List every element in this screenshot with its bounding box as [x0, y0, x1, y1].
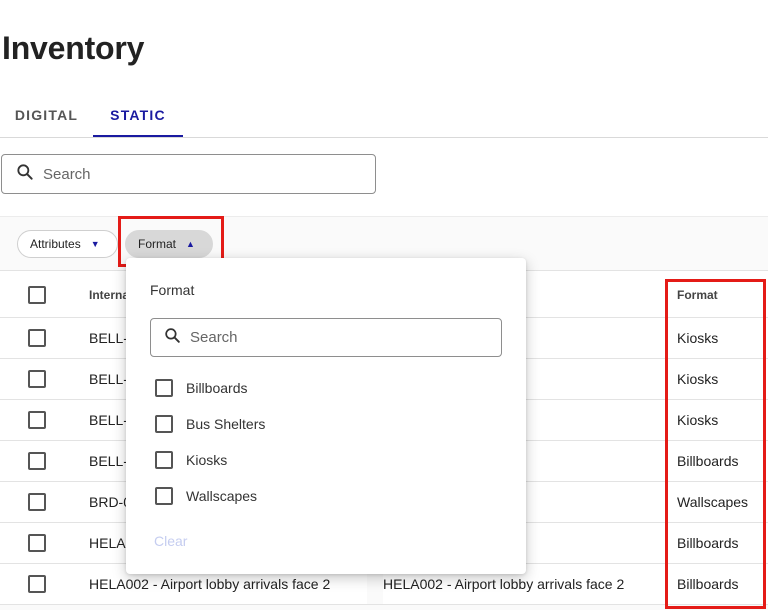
cell-format: Kiosks — [677, 371, 719, 387]
column-header-format[interactable]: Format — [677, 271, 718, 319]
row-checkbox[interactable] — [28, 534, 46, 552]
dropdown-title: Format — [150, 282, 195, 298]
option-label: Bus Shelters — [186, 416, 266, 432]
dropdown-search-input[interactable] — [190, 329, 480, 346]
cell-format: Billboards — [677, 535, 739, 551]
option-label: Kiosks — [186, 452, 228, 468]
row-checkbox[interactable] — [28, 329, 46, 347]
row-checkbox[interactable] — [28, 452, 46, 470]
format-option[interactable]: Billboards — [155, 376, 247, 400]
active-tab-indicator — [93, 135, 183, 137]
option-checkbox[interactable] — [155, 487, 173, 505]
option-label: Billboards — [186, 380, 248, 396]
row-checkbox[interactable] — [28, 575, 46, 593]
row-checkbox[interactable] — [28, 411, 46, 429]
search-icon — [163, 326, 182, 350]
panel-divider — [0, 216, 768, 217]
search-input[interactable] — [43, 165, 343, 183]
caret-up-icon: ▲ — [186, 239, 195, 249]
tab-digital[interactable]: DIGITAL — [0, 92, 93, 137]
page-title: Inventory — [2, 30, 145, 66]
column-header-internal[interactable]: Interna — [89, 271, 129, 319]
format-option[interactable]: Bus Shelters — [155, 412, 265, 436]
dropdown-search-field[interactable] — [150, 318, 502, 357]
cell-format: Billboards — [677, 453, 739, 469]
tab-bar: DIGITAL STATIC — [0, 92, 768, 138]
cell-format: Wallscapes — [677, 494, 749, 510]
cell-format: Kiosks — [677, 412, 719, 428]
attributes-chip-label: Attributes — [30, 237, 81, 251]
search-field[interactable] — [1, 154, 376, 194]
cell-format: Kiosks — [677, 330, 719, 346]
option-checkbox[interactable] — [155, 415, 173, 433]
format-option[interactable]: Wallscapes — [155, 484, 257, 508]
row-checkbox[interactable] — [28, 370, 46, 388]
option-label: Wallscapes — [186, 488, 258, 504]
caret-down-icon: ▼ — [90, 239, 100, 249]
format-dropdown: Format Billboards Bus Shelters Kiosks Walls… — [126, 258, 526, 574]
option-checkbox[interactable] — [155, 379, 173, 397]
format-option[interactable]: Kiosks — [155, 448, 227, 472]
tab-static[interactable]: STATIC — [93, 92, 183, 137]
format-filter-chip[interactable]: Format ▲ — [125, 230, 213, 258]
select-all-checkbox[interactable] — [28, 286, 46, 304]
option-checkbox[interactable] — [155, 451, 173, 469]
row-checkbox[interactable] — [28, 493, 46, 511]
cell-format: Billboards — [677, 576, 739, 592]
clear-button[interactable]: Clear — [154, 533, 187, 549]
format-chip-label: Format — [138, 237, 177, 251]
search-icon — [15, 162, 35, 187]
attributes-filter-chip[interactable]: Attributes ▼ — [17, 230, 118, 258]
